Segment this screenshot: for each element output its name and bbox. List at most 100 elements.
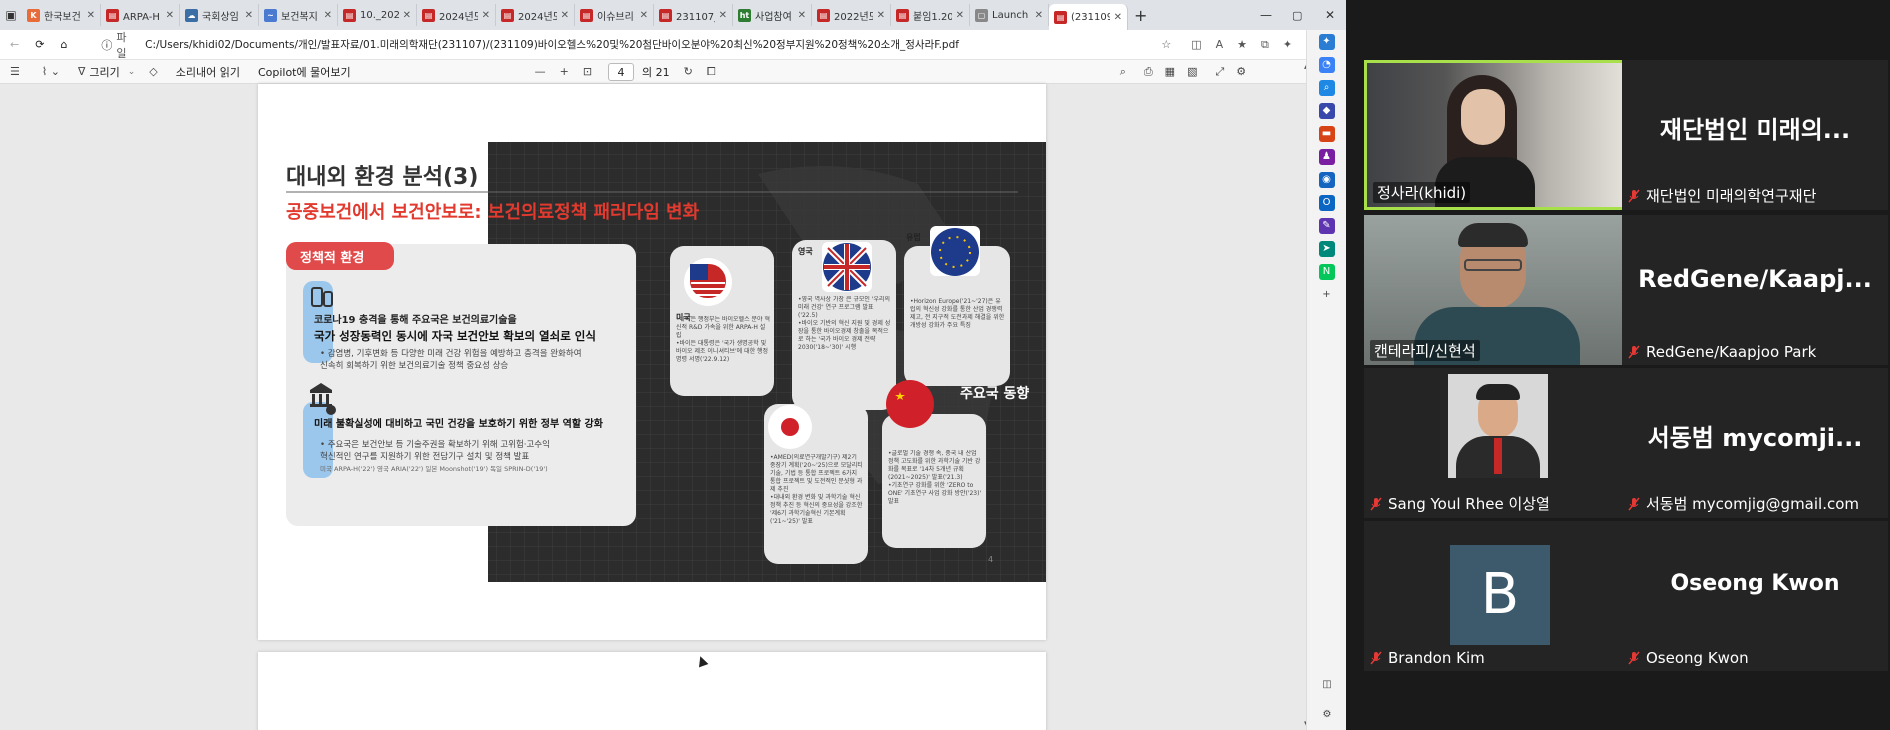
fullscreen-icon[interactable]: ⤢ <box>1215 65 1224 79</box>
zoom-in-button[interactable]: + <box>560 65 569 78</box>
participant-tile-7[interactable]: B Brandon Kim <box>1364 521 1630 671</box>
participant-big-name: Oseong Kwon <box>1670 571 1840 596</box>
tab-close-icon[interactable]: ✕ <box>87 10 95 21</box>
participant-tile-8[interactable]: Oseong Kwon Oseong Kwon <box>1622 521 1888 671</box>
window-menu-icon[interactable]: ▣ <box>0 8 22 22</box>
outlook-icon[interactable]: O <box>1318 195 1335 211</box>
close-window-button[interactable]: ✕ <box>1325 8 1335 22</box>
favorites-icon[interactable]: ★ <box>1237 38 1247 51</box>
drop-icon[interactable]: ➤ <box>1318 241 1335 257</box>
url-field[interactable]: C:/Users/khidi02/Documents/개인/발표자료/01.미래… <box>145 37 976 52</box>
browser-tab[interactable]: ▤ 2024년도 ✕ <box>496 4 575 26</box>
collections-icon[interactable]: ⧉ <box>1261 38 1269 52</box>
participant-tile-4[interactable]: RedGene/Kaapj... RedGene/Kaapjoo Park <box>1622 215 1888 365</box>
page-view-icon[interactable]: ⧠ <box>707 65 716 79</box>
tag-icon[interactable]: ◆ <box>1318 103 1335 119</box>
erase-icon[interactable]: ◇ <box>149 65 157 78</box>
browser-tab[interactable]: ▤ 2022년도 ✕ <box>812 4 891 26</box>
designer-icon[interactable]: ✎ <box>1318 218 1335 234</box>
minimize-button[interactable]: — <box>1260 8 1272 22</box>
browser-tab[interactable]: ht 사업참여 ✕ <box>733 4 812 26</box>
tab-title: 2024년도 <box>518 11 557 23</box>
tab-close-icon[interactable]: ✕ <box>561 10 569 21</box>
print-icon[interactable]: ⎙ <box>1144 65 1153 79</box>
tab-close-icon[interactable]: ✕ <box>482 10 490 21</box>
item2-main: 미래 불확실성에 대비하고 국민 건강을 보호하기 위한 정부 역할 강화 <box>314 417 604 430</box>
people-icon[interactable]: ♟ <box>1318 149 1335 165</box>
refresh-icon[interactable]: ⟳ <box>35 38 44 51</box>
new-tab-button[interactable]: + <box>1134 6 1147 25</box>
browser-tab[interactable]: ~ 보건복지 ✕ <box>259 4 338 26</box>
tab-close-icon[interactable]: ✕ <box>877 10 885 21</box>
save-icon[interactable]: ▦ <box>1165 65 1175 78</box>
browser-tab[interactable]: ▤ 붙임1.20 ✕ <box>891 4 970 26</box>
office-icon[interactable]: ◉ <box>1318 172 1335 188</box>
tab-title: ARPA-H 공 <box>123 11 162 23</box>
tab-close-icon[interactable]: ✕ <box>324 10 332 21</box>
participant-name: Oseong Kwon <box>1628 649 1749 667</box>
item2-sub2: 혁신적인 연구를 지원하기 위한 전담기구 설치 및 정책 발표 <box>320 451 529 462</box>
tab-close-icon[interactable]: ✕ <box>798 10 806 21</box>
favorite-star-icon[interactable]: ☆ <box>1161 38 1171 51</box>
search-sidebar-icon[interactable]: ⌕ <box>1318 80 1335 96</box>
read-mode-icon[interactable]: A <box>1216 38 1224 51</box>
browser-tab[interactable]: ▤ 2024년도 ✕ <box>417 4 496 26</box>
browser-tab[interactable]: ▢ Launch M ✕ <box>970 4 1049 26</box>
sidebar-settings-icon[interactable]: ⚙ <box>1319 707 1335 723</box>
home-icon[interactable]: ⌂ <box>60 38 67 51</box>
maximize-button[interactable]: ▢ <box>1292 9 1302 22</box>
participant-tile-2[interactable]: 재단법인 미래의... 재단법인 미래의학연구재단 <box>1622 60 1888 210</box>
toolbox-icon[interactable]: ▬ <box>1318 126 1335 142</box>
search-icon[interactable]: ⌕ <box>1120 65 1126 79</box>
draw-button[interactable]: 그리기 <box>89 64 119 80</box>
tab-close-icon[interactable]: ✕ <box>245 10 253 21</box>
browser-tab[interactable]: ▤ 231107_연 ✕ <box>654 4 733 26</box>
browser-tab[interactable]: ▤ (231109) ✕ <box>1049 4 1128 30</box>
read-aloud-button[interactable]: 소리내어 읽기 <box>176 64 240 80</box>
participant-tile-3[interactable]: 캔테라피/신현석 <box>1364 215 1630 365</box>
page-number-input[interactable]: 4 <box>608 62 635 81</box>
edge-sidebar: ✦ ◔ ⌕ ◆ ▬ ♟ ◉ O ✎ ➤ N + ◫ ⚙ <box>1306 30 1346 730</box>
muted-mic-icon <box>1628 651 1640 665</box>
naver-icon[interactable]: N <box>1318 264 1335 280</box>
browser-tab[interactable]: ☁ 국회상임 ✕ <box>180 4 259 26</box>
contents-icon[interactable]: ☰ <box>10 65 20 78</box>
pdf-toolbar: ☰ ⌇ ⌄ ∇ 그리기 ⌄ ◇ 소리내어 읽기 Copilot에 물어보기 — … <box>0 60 1346 84</box>
tab-close-icon[interactable]: ✕ <box>956 10 964 21</box>
tab-close-icon[interactable]: ✕ <box>1114 12 1122 23</box>
participant-tile-5[interactable]: Sang Youl Rhee 이상열 <box>1364 368 1630 518</box>
glasses <box>1464 259 1522 271</box>
add-sidebar-icon[interactable]: + <box>1319 287 1335 303</box>
tab-close-icon[interactable]: ✕ <box>640 10 648 21</box>
draw-chevron-icon[interactable]: ⌄ <box>128 67 136 77</box>
bell-icon[interactable]: ◔ <box>1318 57 1335 73</box>
browser-tab[interactable]: ▤ ARPA-H 공 ✕ <box>101 4 180 26</box>
back-icon[interactable]: ← <box>10 38 19 51</box>
participant-tile-6[interactable]: 서동범 mycomji... 서동범 mycomjig@gmail.com <box>1622 368 1888 518</box>
rotate-icon[interactable]: ↻ <box>684 65 693 78</box>
tab-title: (231109) <box>1071 11 1110 23</box>
copilot-button[interactable]: Copilot에 물어보기 <box>258 64 351 80</box>
browser-tab[interactable]: ▤ 10._2024 ✕ <box>338 4 417 26</box>
save-as-icon[interactable]: ▧ <box>1187 65 1197 78</box>
settings-icon[interactable]: ⚙ <box>1236 65 1246 78</box>
extensions-icon[interactable]: ✦ <box>1283 38 1292 51</box>
split-screen-icon[interactable]: ◫ <box>1191 38 1201 51</box>
profile-photo <box>1448 374 1548 478</box>
tab-close-icon[interactable]: ✕ <box>166 10 174 21</box>
fit-page-icon[interactable]: ⊡ <box>583 65 592 78</box>
page-total: 의 21 <box>642 65 670 79</box>
tab-close-icon[interactable]: ✕ <box>1035 10 1043 21</box>
copilot-icon[interactable]: ✦ <box>1318 34 1335 50</box>
participant-tile-1[interactable]: 정사라(khidi) <box>1364 60 1630 210</box>
draw-icon[interactable]: ∇ <box>78 65 85 78</box>
browser-tab[interactable]: ▤ 이슈브리 ✕ <box>575 4 654 26</box>
tab-close-icon[interactable]: ✕ <box>719 10 727 21</box>
slide-subtitle: 공중보건에서 보건안보로: 보건의료정책 패러다임 변화 <box>286 202 700 223</box>
tab-title: 붙임1.20 <box>913 11 952 23</box>
sidebar-layout-icon[interactable]: ◫ <box>1319 677 1335 693</box>
highlight-icon[interactable]: ⌇ ⌄ <box>42 65 60 78</box>
tab-close-icon[interactable]: ✕ <box>403 10 411 21</box>
browser-tab[interactable]: K 한국보건 ✕ <box>22 4 101 26</box>
zoom-out-button[interactable]: — <box>535 65 546 78</box>
